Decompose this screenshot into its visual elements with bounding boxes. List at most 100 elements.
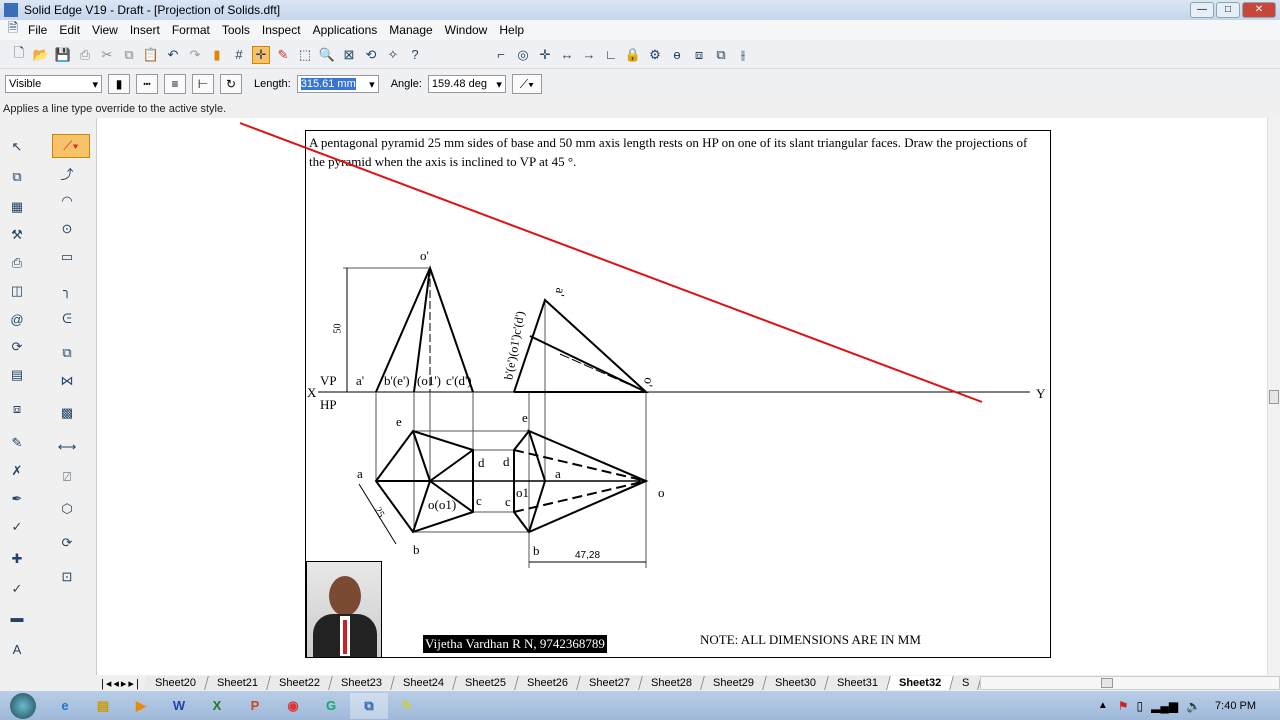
menu-insert[interactable]: Insert <box>124 23 166 37</box>
sketch-icon[interactable]: ✎ <box>274 46 292 64</box>
line-style-select[interactable]: Visible ▾ <box>5 75 102 93</box>
grid-tool-icon[interactable]: ▤ <box>8 366 26 384</box>
media-player-icon[interactable]: ▶ <box>122 693 160 719</box>
tab-sheet24[interactable]: Sheet24 <box>390 676 457 690</box>
tab-sheet26[interactable]: Sheet26 <box>514 676 581 690</box>
flag-icon[interactable]: ⚑ <box>1118 699 1129 713</box>
solidedge-icon[interactable]: ⧉ <box>350 692 388 719</box>
arc-mode-button[interactable]: ↻ <box>220 74 242 94</box>
zoom-icon[interactable]: 🔍 <box>318 46 336 64</box>
line-color-button[interactable]: ▮ <box>108 74 130 94</box>
fit-icon[interactable]: ⊠ <box>340 46 358 64</box>
equal-icon[interactable]: ⧉ <box>712 46 730 64</box>
angle-input[interactable]: 159.48 deg ▾ <box>427 75 506 93</box>
menu-manage[interactable]: Manage <box>383 23 438 37</box>
menu-format[interactable]: Format <box>166 23 216 37</box>
network-icon[interactable]: ▂▄▆ <box>1151 699 1178 713</box>
minimize-button[interactable]: — <box>1190 2 1214 18</box>
spiral-icon[interactable]: @ <box>8 310 26 328</box>
paint-icon[interactable]: ✎ <box>388 693 426 719</box>
circle-icon[interactable]: ◎ <box>514 46 532 64</box>
tab-sheet23[interactable]: Sheet23 <box>328 676 395 690</box>
relations-icon[interactable]: ✗ <box>8 462 26 480</box>
bar-icon[interactable]: ▬ <box>8 608 26 626</box>
pan-icon[interactable]: ⟲ <box>362 46 380 64</box>
menu-view[interactable]: View <box>86 23 124 37</box>
lock-icon[interactable]: 🔒 <box>624 46 642 64</box>
menu-file[interactable]: File <box>22 23 53 37</box>
offset-icon[interactable]: ⧉ <box>58 344 76 362</box>
section-icon[interactable]: ◫ <box>8 282 26 300</box>
parallel-icon[interactable]: ⫲ <box>734 46 752 64</box>
print-preview-icon[interactable]: ⎙ <box>8 254 26 272</box>
circle-tool-icon[interactable]: ⊙ <box>58 220 76 238</box>
trim-icon[interactable]: ᕮ <box>58 310 76 328</box>
sketch-tool-icon[interactable]: ✎ <box>8 434 26 452</box>
ie-icon[interactable]: e <box>46 693 84 719</box>
save-icon[interactable]: 💾 <box>54 46 72 64</box>
measure-icon[interactable]: ✓ <box>8 580 26 598</box>
curve-icon[interactable]: ⤴ <box>58 164 76 182</box>
close-button[interactable]: ✕ <box>1242 2 1276 18</box>
paste-icon[interactable]: 📋 <box>142 46 160 64</box>
hatch-icon[interactable]: ▩ <box>58 404 76 422</box>
help-icon[interactable]: ? <box>406 46 424 64</box>
line-icon[interactable]: ⌐ <box>492 46 510 64</box>
arc-icon[interactable]: ◠ <box>58 192 76 210</box>
plus-icon[interactable]: ✛ <box>536 46 554 64</box>
maximize-button[interactable]: □ <box>1216 2 1240 18</box>
tab-sheet20[interactable]: Sheet20 <box>142 676 209 690</box>
grid-icon[interactable]: # <box>230 46 248 64</box>
relation-icon[interactable]: ⚙ <box>646 46 664 64</box>
wand-icon[interactable]: ✧ <box>384 46 402 64</box>
refresh-icon[interactable]: ⟳ <box>58 534 76 552</box>
symmetric-icon[interactable]: ⧈ <box>690 46 708 64</box>
fillet-icon[interactable]: ╮ <box>58 282 76 300</box>
tab-sheet27[interactable]: Sheet27 <box>576 676 643 690</box>
rectangle-icon[interactable]: ▭ <box>58 248 76 266</box>
clock[interactable]: 7:40 PM <box>1215 700 1256 712</box>
zoom-area-icon[interactable]: ⬚ <box>296 46 314 64</box>
copy-icon[interactable]: ⧉ <box>120 46 138 64</box>
explorer-icon[interactable]: ▤ <box>84 693 122 719</box>
arrow-icon[interactable]: → <box>580 46 598 64</box>
flag-icon[interactable]: ▮ <box>208 46 226 64</box>
powerpoint-icon[interactable]: P <box>236 693 274 719</box>
length-input[interactable]: 315.61 mm ▾ <box>296 75 379 93</box>
menu-edit[interactable]: Edit <box>53 23 86 37</box>
text-icon[interactable]: A <box>8 640 26 658</box>
chrome-icon[interactable]: ◉ <box>274 693 312 719</box>
tab-sheet31[interactable]: Sheet31 <box>824 676 891 690</box>
power-icon[interactable]: ▯ <box>1137 699 1144 713</box>
mirror-icon[interactable]: ⋈ <box>58 372 76 390</box>
tab-sheet-more[interactable]: S <box>949 676 983 690</box>
dimension-tool-icon[interactable]: ⟷ <box>58 438 77 456</box>
vertical-scrollbar[interactable] <box>1267 118 1280 675</box>
place-icon[interactable]: ⊡ <box>58 568 76 586</box>
tab-nav-buttons[interactable]: |◂◂▸▸| <box>97 677 145 690</box>
tab-sheet21[interactable]: Sheet21 <box>204 676 271 690</box>
tab-sheet30[interactable]: Sheet30 <box>762 676 829 690</box>
tab-sheet22[interactable]: Sheet22 <box>266 676 333 690</box>
add-icon[interactable]: ✚ <box>8 550 26 568</box>
update-icon[interactable]: ⟳ <box>8 338 26 356</box>
line-angle-button[interactable]: ⟋▾ <box>511 74 542 94</box>
cube-icon[interactable]: ⬡ <box>58 500 76 518</box>
undo-icon[interactable]: ↶ <box>164 46 182 64</box>
dimension-icon[interactable]: ↔ <box>558 46 576 64</box>
cut-icon[interactable]: ✂ <box>98 46 116 64</box>
line-type-button[interactable]: ┅ <box>136 74 158 94</box>
note-icon[interactable]: ⍁ <box>58 468 76 486</box>
redo-icon[interactable]: ↷ <box>186 46 204 64</box>
pen-icon[interactable]: ✒ <box>8 490 26 508</box>
horizontal-scrollbar[interactable] <box>980 676 1280 690</box>
angle-icon[interactable]: ∟ <box>602 46 620 64</box>
view-icon[interactable]: ⧉ <box>8 168 26 186</box>
menu-tools[interactable]: Tools <box>216 23 256 37</box>
line-tool-icon[interactable]: ⟋▾ <box>52 134 90 158</box>
tab-sheet25[interactable]: Sheet25 <box>452 676 519 690</box>
tray-arrow-icon[interactable]: ▲ <box>1098 700 1108 711</box>
tangent-icon[interactable]: ɵ <box>668 46 686 64</box>
menu-applications[interactable]: Applications <box>307 23 384 37</box>
excel-icon[interactable]: X <box>198 693 236 719</box>
